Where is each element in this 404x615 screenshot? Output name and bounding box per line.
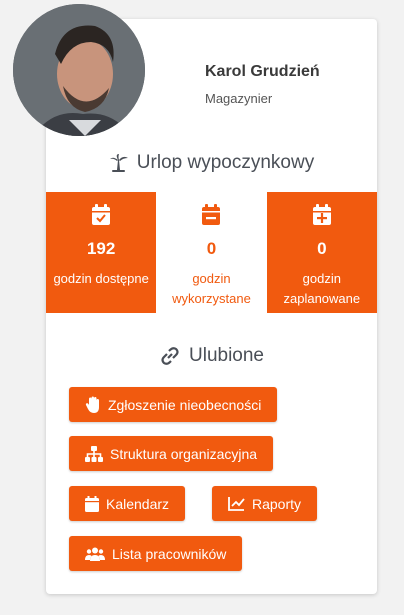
button-label: Lista pracowników bbox=[112, 545, 227, 562]
hand-icon bbox=[85, 396, 99, 413]
vacation-header: Urlop wypoczynkowy bbox=[46, 152, 377, 174]
calendar-icon bbox=[85, 495, 99, 512]
button-label: Zgłoszenie nieobecności bbox=[108, 396, 262, 413]
org-structure-button[interactable]: Struktura organizacyjna bbox=[69, 436, 274, 471]
calendar-plus-icon bbox=[312, 204, 331, 225]
calendar-check-icon bbox=[92, 204, 111, 225]
vacation-title: Urlop wypoczynkowy bbox=[136, 152, 315, 173]
stat-label: godzin dostępne bbox=[53, 271, 149, 286]
stat-value: 0 bbox=[206, 239, 217, 258]
stat-label: godzin wykorzystane bbox=[172, 271, 251, 306]
avatar bbox=[13, 4, 145, 136]
favorites-header: Ulubione bbox=[46, 345, 377, 367]
favorites-title: Ulubione bbox=[189, 345, 264, 366]
calendar-minus-icon bbox=[202, 204, 221, 225]
button-label: Struktura organizacyjna bbox=[110, 445, 258, 462]
stat-planned: 0 godzin zaplanowane bbox=[266, 192, 377, 313]
button-label: Kalendarz bbox=[106, 495, 170, 512]
button-label: Raporty bbox=[252, 495, 302, 512]
stat-label: godzin zaplanowane bbox=[283, 271, 361, 306]
calendar-button[interactable]: Kalendarz bbox=[69, 486, 186, 521]
vacation-stats: 192 godzin dostępne 0 godzin wykorzystan… bbox=[46, 192, 377, 313]
employee-name: Karol Grudzień bbox=[205, 63, 320, 80]
sitemap-icon bbox=[85, 445, 103, 462]
stat-value: 192 bbox=[86, 239, 116, 258]
palm-tree-icon bbox=[109, 154, 128, 172]
reports-button[interactable]: Raporty bbox=[212, 486, 318, 521]
stat-used: 0 godzin wykorzystane bbox=[156, 192, 266, 313]
stat-value: 0 bbox=[317, 239, 327, 258]
users-icon bbox=[85, 547, 105, 561]
link-icon bbox=[161, 347, 179, 365]
stat-available: 192 godzin dostępne bbox=[46, 192, 157, 313]
employee-role: Magazynier bbox=[205, 91, 273, 106]
absence-request-button[interactable]: Zgłoszenie nieobecności bbox=[69, 387, 278, 422]
chart-line-icon bbox=[228, 497, 245, 511]
employee-list-button[interactable]: Lista pracowników bbox=[69, 536, 243, 571]
